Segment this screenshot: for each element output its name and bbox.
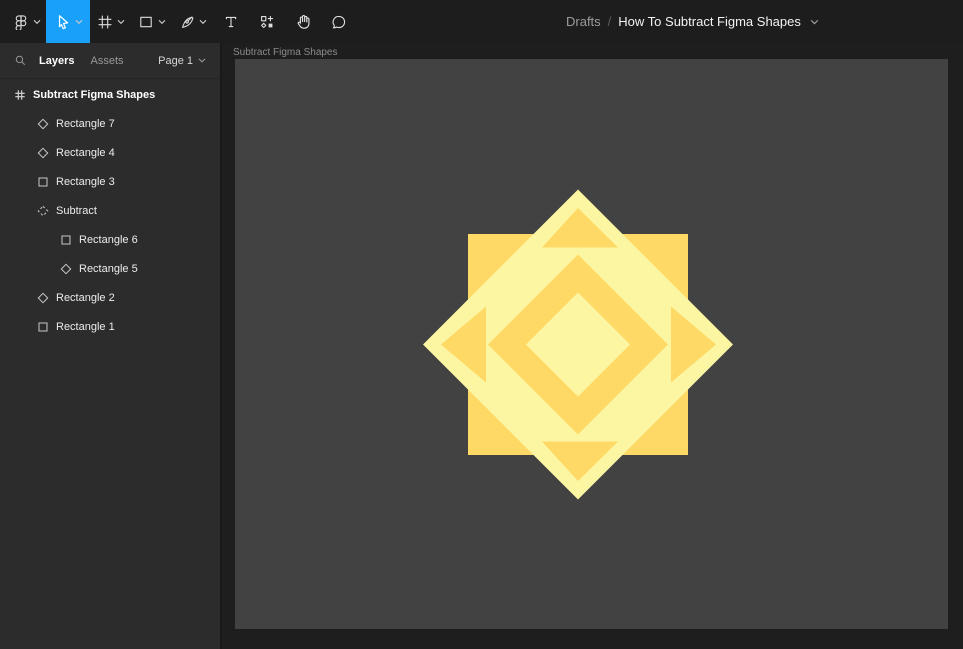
comment-icon: [331, 14, 347, 30]
hand-tool-button[interactable]: [285, 0, 321, 43]
layer-label: Rectangle 2: [56, 292, 115, 304]
panel-header: Layers Assets Page 1: [0, 43, 220, 79]
rectangle-icon: [138, 14, 154, 30]
layer-row-rectangle-6[interactable]: Rectangle 6: [0, 225, 220, 254]
canvas-frame[interactable]: [235, 59, 948, 629]
chevron-down-icon[interactable]: [117, 19, 125, 25]
layer-label: Rectangle 5: [79, 263, 138, 275]
layer-row-rectangle-5[interactable]: Rectangle 5: [0, 254, 220, 283]
component-tool-button[interactable]: [249, 0, 285, 43]
layers-panel: Layers Assets Page 1 Subtract Figma Shap…: [0, 43, 222, 649]
square-icon: [60, 234, 72, 246]
cursor-icon: [54, 13, 71, 30]
square-icon: [37, 176, 49, 188]
document-title-chevron-down-icon[interactable]: [810, 19, 819, 25]
breadcrumb: Drafts / How To Subtract Figma Shapes: [566, 0, 819, 43]
layer-label: Rectangle 1: [56, 321, 115, 333]
component-icon: [259, 14, 275, 30]
layer-row-subtract-figma-shapes[interactable]: Subtract Figma Shapes: [0, 80, 220, 109]
diamond-icon: [37, 147, 49, 159]
layer-label: Rectangle 6: [79, 234, 138, 246]
layer-label: Rectangle 7: [56, 118, 115, 130]
diamond-icon: [37, 292, 49, 304]
layers-list: Subtract Figma Shapes Rectangle 7 Rectangl…: [0, 79, 220, 341]
pen-tool-button[interactable]: [172, 0, 213, 43]
frame-artwork: [235, 59, 948, 629]
layer-label: Rectangle 3: [56, 176, 115, 188]
layer-row-rectangle-4[interactable]: Rectangle 4: [0, 138, 220, 167]
figma-window: Drafts / How To Subtract Figma Shapes La…: [0, 0, 963, 649]
layer-row-rectangle-7[interactable]: Rectangle 7: [0, 109, 220, 138]
text-icon: [223, 14, 239, 30]
tab-assets[interactable]: Assets: [90, 55, 123, 67]
chevron-down-icon[interactable]: [199, 19, 207, 25]
pen-icon: [179, 14, 195, 30]
page-chevron-down-icon: [198, 58, 206, 63]
chevron-down-icon[interactable]: [33, 19, 41, 25]
layer-label: Subtract Figma Shapes: [33, 89, 155, 101]
frame-hash-icon: [14, 89, 26, 101]
frame-tool-button[interactable]: [90, 0, 131, 43]
toolbar: Drafts / How To Subtract Figma Shapes: [0, 0, 963, 43]
diamond-icon: [37, 118, 49, 130]
figma-logo-icon: [13, 14, 29, 30]
comment-tool-button[interactable]: [321, 0, 357, 43]
text-tool-button[interactable]: [213, 0, 249, 43]
frame-label[interactable]: Subtract Figma Shapes: [233, 47, 338, 58]
breadcrumb-drafts-link[interactable]: Drafts: [566, 14, 601, 29]
document-title[interactable]: How To Subtract Figma Shapes: [618, 14, 801, 29]
square-icon: [37, 321, 49, 333]
layer-row-rectangle-2[interactable]: Rectangle 2: [0, 283, 220, 312]
canvas[interactable]: Subtract Figma Shapes: [222, 43, 963, 649]
layer-row-subtract[interactable]: Subtract: [0, 196, 220, 225]
diamond-icon: [60, 263, 72, 275]
subtract-icon: [37, 205, 49, 217]
chevron-down-icon[interactable]: [75, 19, 83, 25]
main-menu-button[interactable]: [8, 0, 46, 43]
tool-group: [8, 0, 357, 43]
layer-row-rectangle-3[interactable]: Rectangle 3: [0, 167, 220, 196]
move-tool-button[interactable]: [46, 0, 90, 43]
page-selector-label: Page 1: [158, 55, 193, 67]
layer-row-rectangle-1[interactable]: Rectangle 1: [0, 312, 220, 341]
search-icon[interactable]: [14, 54, 27, 67]
chevron-down-icon[interactable]: [158, 19, 166, 25]
shape-tool-button[interactable]: [131, 0, 172, 43]
hand-icon: [295, 13, 312, 30]
page-selector[interactable]: Page 1: [158, 55, 206, 67]
frame-icon: [97, 14, 113, 30]
layer-label: Subtract: [56, 205, 97, 217]
breadcrumb-separator: /: [608, 14, 612, 29]
layer-label: Rectangle 4: [56, 147, 115, 159]
tab-layers[interactable]: Layers: [39, 55, 74, 67]
